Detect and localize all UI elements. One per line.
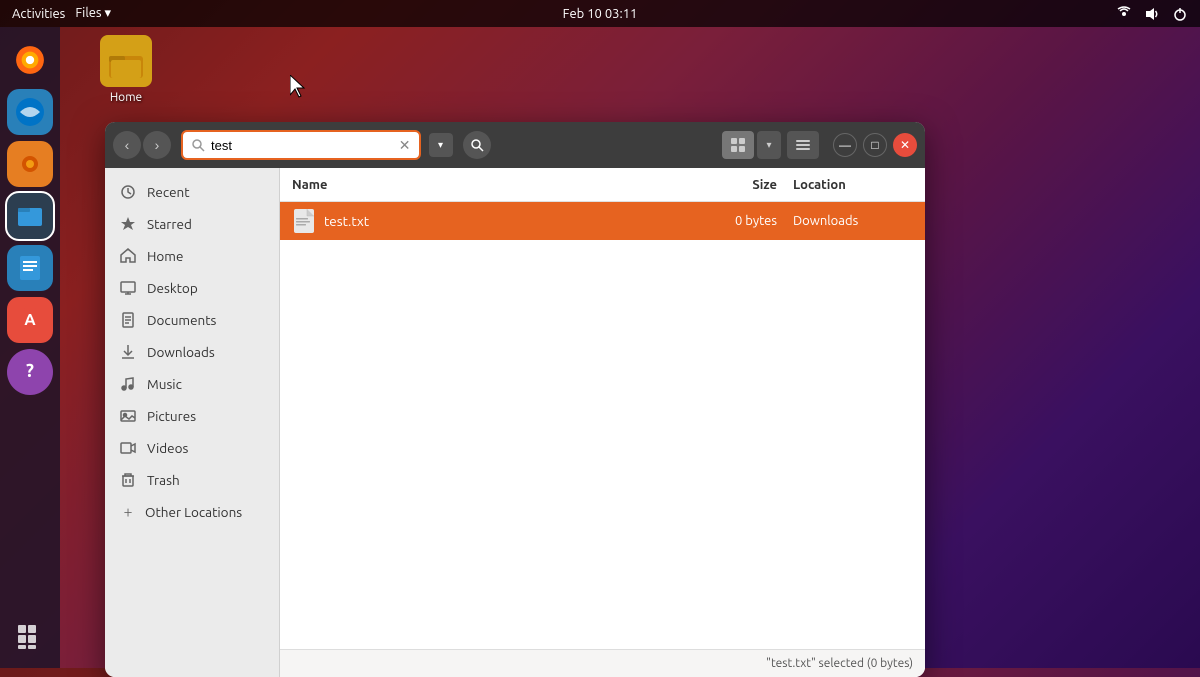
nav-buttons: ‹ › bbox=[113, 131, 171, 159]
downloads-label: Downloads bbox=[147, 344, 215, 360]
search-icon bbox=[191, 138, 205, 152]
dock-thunderbird[interactable] bbox=[7, 89, 53, 135]
starred-icon bbox=[119, 215, 137, 233]
home-item-label: Home bbox=[147, 248, 183, 264]
nav-back-button[interactable]: ‹ bbox=[113, 131, 141, 159]
table-row[interactable]: test.txt 0 bytes Downloads bbox=[280, 202, 925, 240]
network-icon bbox=[1116, 6, 1132, 22]
music-label: Music bbox=[147, 376, 182, 392]
grid-view-button[interactable] bbox=[722, 131, 754, 159]
sidebar-item-desktop[interactable]: Desktop bbox=[105, 272, 279, 304]
trash-label: Trash bbox=[147, 472, 180, 488]
list-icon bbox=[795, 137, 811, 153]
power-icon bbox=[1172, 6, 1188, 22]
home-label: Home bbox=[110, 91, 142, 104]
other-locations-label: Other Locations bbox=[145, 504, 242, 520]
file-location-cell: Downloads bbox=[793, 214, 913, 228]
mouse-cursor bbox=[290, 75, 306, 103]
list-view-button[interactable] bbox=[787, 131, 819, 159]
file-name-cell: test.txt bbox=[324, 213, 703, 229]
svg-text:A: A bbox=[24, 311, 36, 329]
dock-rhythmbox[interactable] bbox=[7, 141, 53, 187]
documents-icon bbox=[119, 311, 137, 329]
sidebar-item-recent[interactable]: Recent bbox=[105, 176, 279, 208]
dock-apps-grid[interactable] bbox=[7, 614, 53, 660]
dock-libreoffice[interactable] bbox=[7, 245, 53, 291]
topbar-right bbox=[1116, 6, 1188, 22]
close-button[interactable]: ✕ bbox=[893, 133, 917, 157]
sidebar-item-trash[interactable]: Trash bbox=[105, 464, 279, 496]
search-clear-button[interactable]: ✕ bbox=[399, 137, 411, 154]
file-list: test.txt 0 bytes Downloads bbox=[280, 202, 925, 649]
sidebar-item-pictures[interactable]: Pictures bbox=[105, 400, 279, 432]
topbar-left: Activities Files ▾ bbox=[12, 6, 111, 21]
search-go-button[interactable] bbox=[463, 131, 491, 159]
desktop-icon-sidebar bbox=[119, 279, 137, 297]
window-content: Recent Starred Home bbox=[105, 168, 925, 677]
starred-label: Starred bbox=[147, 216, 192, 232]
home-folder-icon bbox=[100, 35, 152, 87]
sidebar-item-downloads[interactable]: Downloads bbox=[105, 336, 279, 368]
activities-button[interactable]: Activities bbox=[12, 7, 65, 21]
sidebar-item-music[interactable]: Music bbox=[105, 368, 279, 400]
sidebar: Recent Starred Home bbox=[105, 168, 280, 677]
window-titlebar: ‹ › test ✕ ▾ bbox=[105, 122, 925, 168]
files-menu-button[interactable]: Files ▾ bbox=[75, 6, 111, 21]
home-icon bbox=[119, 247, 137, 265]
sound-icon bbox=[1144, 6, 1160, 22]
search-input[interactable]: test bbox=[211, 138, 393, 153]
search-bar: test ✕ bbox=[181, 130, 421, 160]
recent-icon bbox=[119, 183, 137, 201]
sidebar-item-videos[interactable]: Videos bbox=[105, 432, 279, 464]
magnifier-icon bbox=[470, 138, 484, 152]
nav-forward-button[interactable]: › bbox=[143, 131, 171, 159]
view-buttons: ▾ bbox=[722, 131, 819, 159]
trash-icon bbox=[119, 471, 137, 489]
downloads-icon bbox=[119, 343, 137, 361]
search-dropdown-button[interactable]: ▾ bbox=[429, 133, 453, 157]
topbar-datetime: Feb 10 03:11 bbox=[563, 7, 638, 21]
desktop: Home ‹ › test ✕ ▾ bbox=[60, 27, 1200, 668]
col-size-header: Size bbox=[703, 178, 793, 192]
pictures-label: Pictures bbox=[147, 408, 196, 424]
dock-help[interactable]: ? bbox=[7, 349, 53, 395]
sidebar-item-starred[interactable]: Starred bbox=[105, 208, 279, 240]
videos-label: Videos bbox=[147, 440, 188, 456]
desktop-home-icon[interactable]: Home bbox=[100, 35, 152, 104]
status-bar: "test.txt" selected (0 bytes) bbox=[280, 649, 925, 677]
documents-label: Documents bbox=[147, 312, 216, 328]
maximize-button[interactable]: □ bbox=[863, 133, 887, 157]
dock-firefox[interactable] bbox=[7, 37, 53, 83]
recent-label: Recent bbox=[147, 184, 190, 200]
col-location-header: Location bbox=[793, 178, 913, 192]
dock-files[interactable] bbox=[7, 193, 53, 239]
file-size-cell: 0 bytes bbox=[703, 214, 793, 228]
grid-icon bbox=[730, 137, 746, 153]
svg-text:?: ? bbox=[26, 361, 34, 381]
sidebar-item-other-locations[interactable]: + Other Locations bbox=[105, 496, 279, 528]
pictures-icon bbox=[119, 407, 137, 425]
plus-icon: + bbox=[119, 503, 137, 521]
file-manager-window: ‹ › test ✕ ▾ bbox=[105, 122, 925, 677]
view-dropdown-button[interactable]: ▾ bbox=[757, 131, 781, 159]
window-controls: — □ ✕ bbox=[833, 133, 917, 157]
desktop-label: Desktop bbox=[147, 280, 198, 296]
main-file-area: Name Size Location bbox=[280, 168, 925, 677]
music-icon bbox=[119, 375, 137, 393]
file-type-icon bbox=[292, 209, 316, 233]
videos-icon bbox=[119, 439, 137, 457]
dock: A ? bbox=[0, 27, 60, 668]
topbar: Activities Files ▾ Feb 10 03:11 bbox=[0, 0, 1200, 27]
sidebar-item-documents[interactable]: Documents bbox=[105, 304, 279, 336]
minimize-button[interactable]: — bbox=[833, 133, 857, 157]
col-name-header: Name bbox=[292, 178, 703, 192]
dock-appstore[interactable]: A bbox=[7, 297, 53, 343]
status-text: "test.txt" selected (0 bytes) bbox=[766, 657, 913, 670]
sidebar-item-home[interactable]: Home bbox=[105, 240, 279, 272]
column-headers: Name Size Location bbox=[280, 168, 925, 202]
